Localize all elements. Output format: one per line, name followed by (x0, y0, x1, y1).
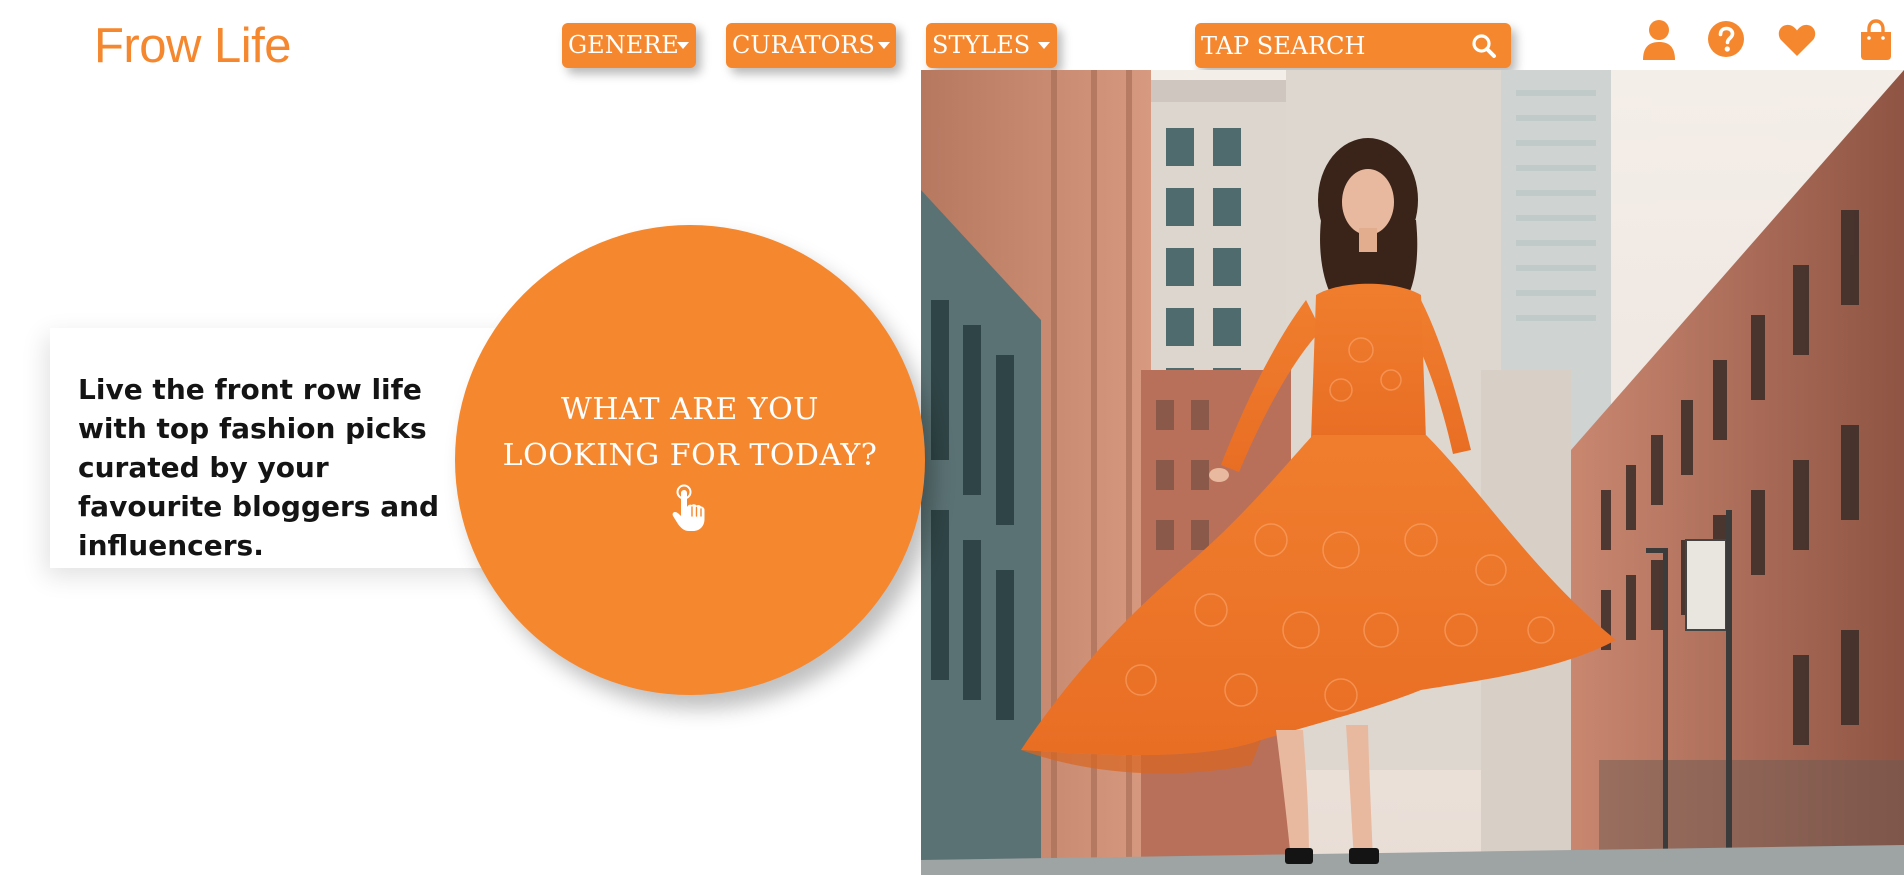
cta-line-2: LOOKING FOR TODAY? (502, 438, 878, 473)
logo[interactable]: Frow Life (94, 16, 292, 76)
cta-circle-button[interactable]: WHAT ARE YOU LOOKING FOR TODAY? (455, 225, 925, 695)
hero-photo (921, 70, 1904, 875)
search-icon[interactable] (1471, 33, 1497, 59)
genere-dropdown-button[interactable]: GENERE (562, 23, 696, 68)
cta-text: WHAT ARE YOU LOOKING FOR TODAY? (455, 387, 925, 479)
heart-icon[interactable] (1777, 19, 1817, 61)
curators-label: CURATORS (732, 31, 875, 59)
styles-label: STYLES (932, 31, 1031, 59)
user-icon[interactable] (1641, 19, 1677, 61)
styles-dropdown-button[interactable]: STYLES (926, 23, 1057, 68)
help-icon[interactable] (1707, 19, 1745, 61)
caret-down-icon (677, 42, 689, 49)
curators-dropdown-button[interactable]: CURATORS (726, 23, 896, 68)
tagline-card: Live the front row life with top fashion… (50, 328, 520, 568)
caret-down-icon (1038, 42, 1050, 49)
search-bar (1195, 23, 1511, 68)
page: Frow Life GENERE CURATORS STYLES TAP SEA… (0, 0, 1904, 875)
caret-down-icon (878, 42, 890, 49)
hand-pointer-icon (672, 484, 705, 531)
cta-line-1: WHAT ARE YOU (561, 392, 819, 427)
hero-tagline: Live the front row life with top fashion… (78, 373, 440, 562)
search-input[interactable] (1195, 23, 1465, 68)
bag-icon[interactable] (1859, 19, 1893, 61)
genere-label: GENERE (568, 31, 679, 59)
